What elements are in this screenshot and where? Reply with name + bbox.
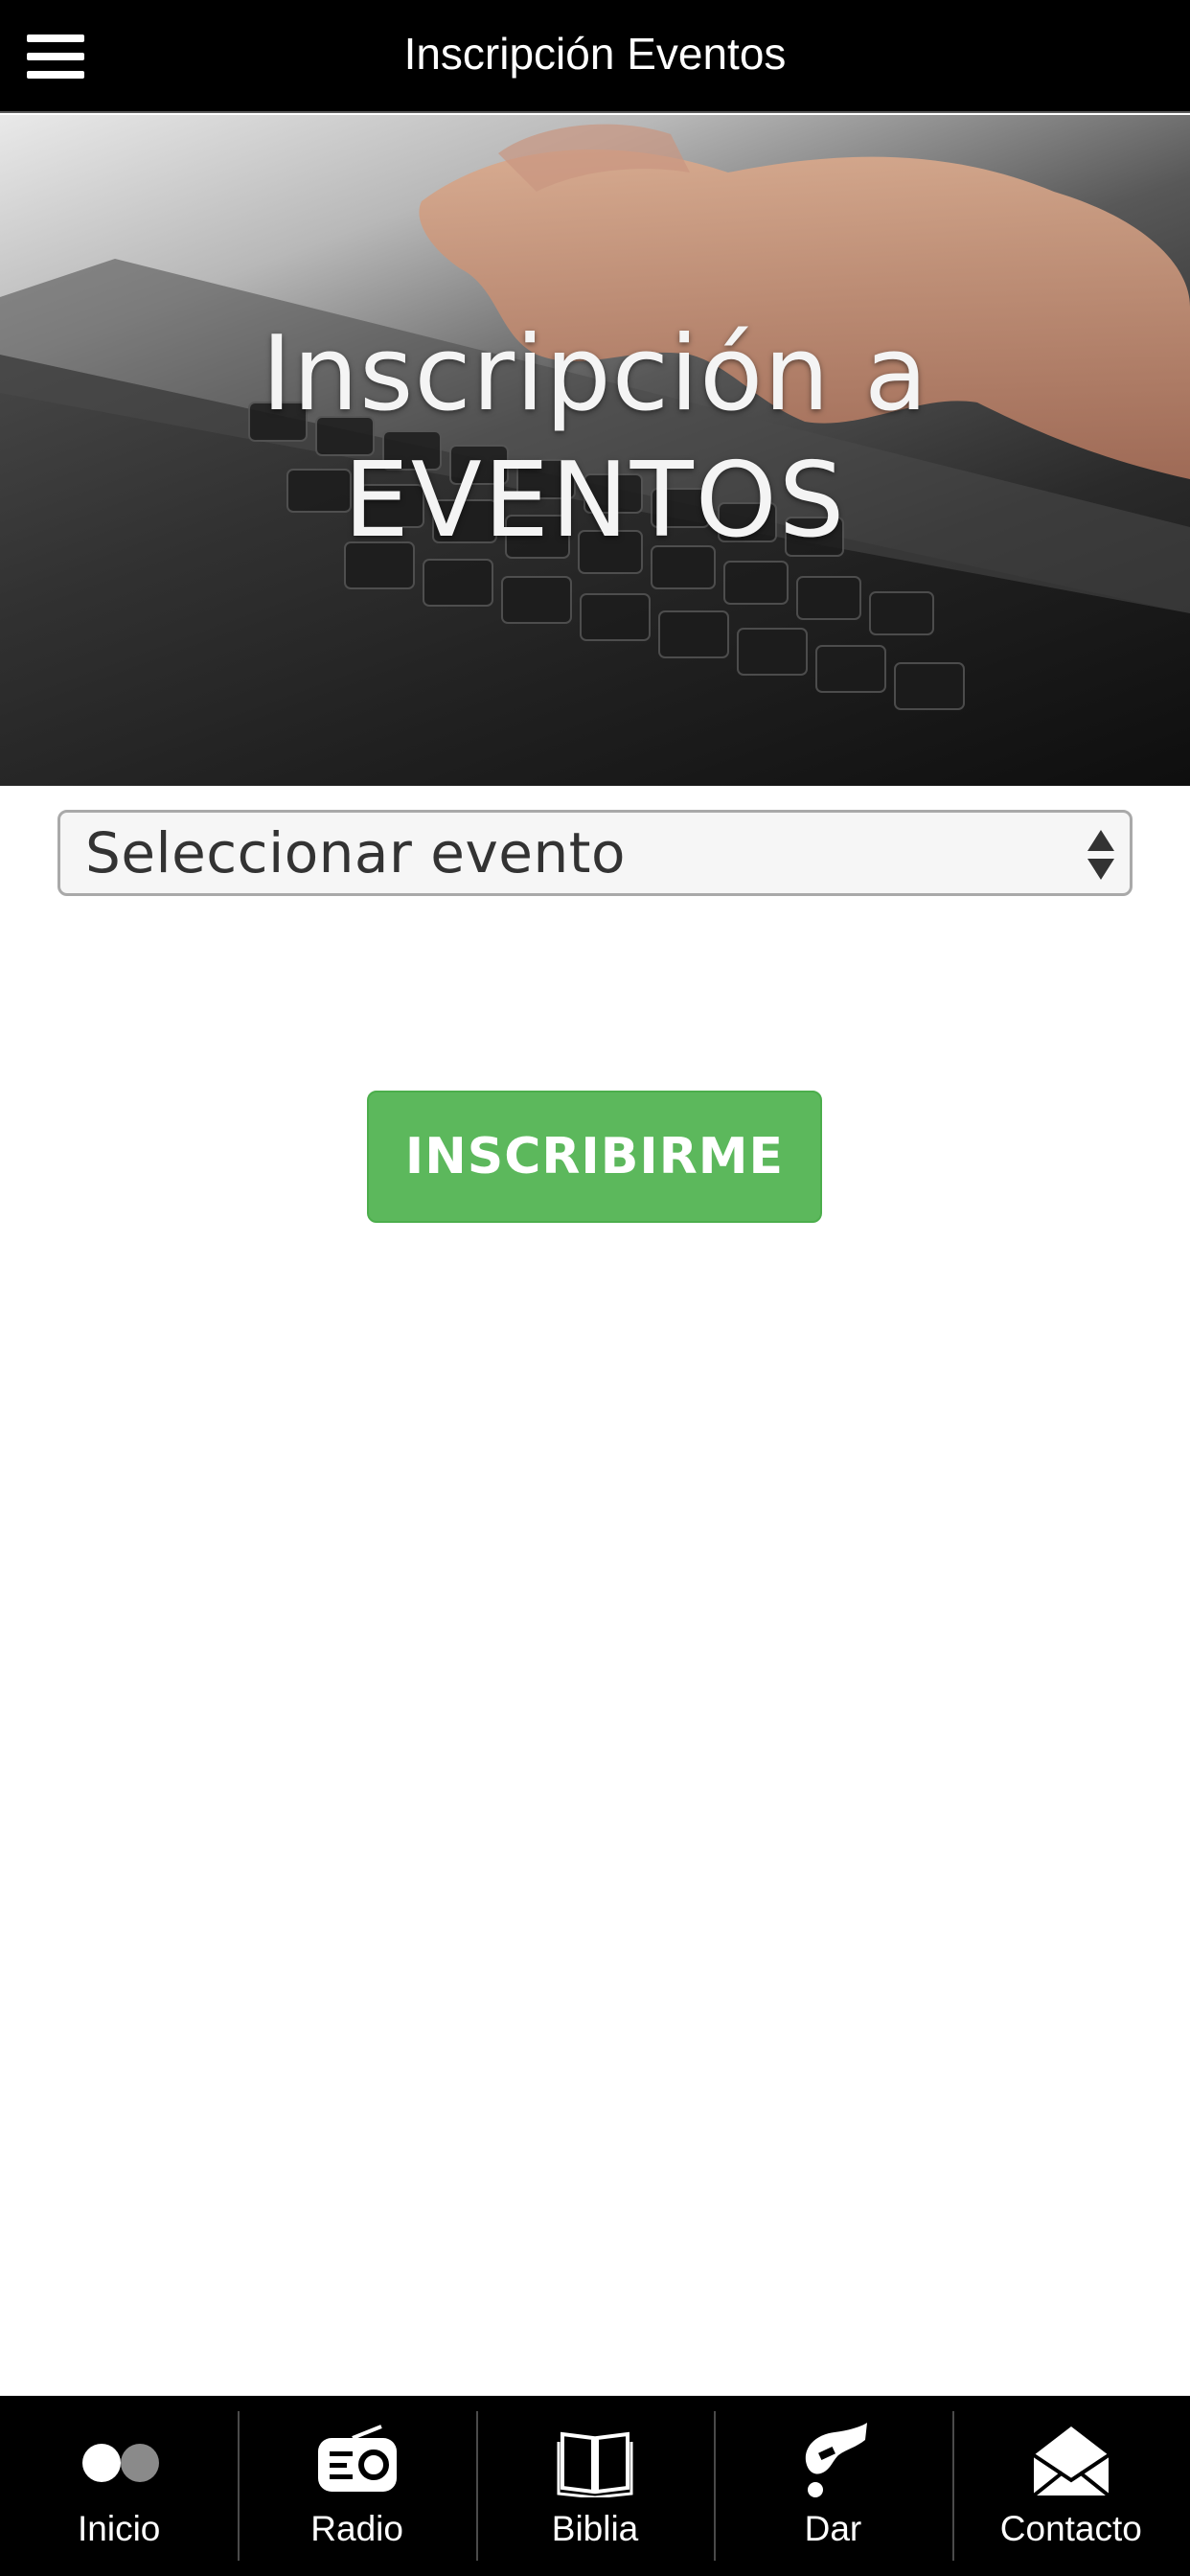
envelope-icon xyxy=(1023,2423,1119,2499)
tab-dar-label: Dar xyxy=(804,2509,862,2548)
dots-icon xyxy=(71,2423,167,2499)
page-title: Inscripción Eventos xyxy=(403,29,787,79)
tab-radio[interactable]: Radio xyxy=(238,2396,475,2576)
tab-inicio[interactable]: Inicio xyxy=(0,2396,238,2576)
select-arrows-icon xyxy=(1087,830,1114,880)
tab-dar[interactable]: Dar xyxy=(714,2396,951,2576)
banner-line-1: Inscripción a xyxy=(261,314,929,434)
top-bar: Inscripción Eventos xyxy=(0,0,1190,113)
inscribirme-button-label: INSCRIBIRME xyxy=(404,1128,785,1185)
tab-radio-label: Radio xyxy=(310,2509,403,2548)
event-select-value: Seleccionar evento xyxy=(85,820,626,886)
tab-biblia[interactable]: Biblia xyxy=(475,2396,714,2576)
banner-line-2: EVENTOS xyxy=(343,441,847,561)
radio-icon xyxy=(309,2423,405,2499)
bottom-tab-bar: Inicio Radio Biblia Dar Contacto xyxy=(0,2396,1190,2576)
book-icon xyxy=(547,2423,643,2499)
banner-heading: Inscripción a EVENTOS xyxy=(0,311,1190,564)
tab-contacto-label: Contacto xyxy=(999,2509,1142,2548)
hero-banner-image: Inscripción a EVENTOS xyxy=(0,115,1190,786)
inscribirme-button[interactable]: INSCRIBIRME xyxy=(367,1091,822,1223)
tab-biblia-label: Biblia xyxy=(551,2509,639,2548)
give-icon xyxy=(785,2423,881,2499)
event-select[interactable]: Seleccionar evento xyxy=(57,810,1133,896)
tab-inicio-label: Inicio xyxy=(78,2509,161,2548)
tab-contacto[interactable]: Contacto xyxy=(951,2396,1190,2576)
